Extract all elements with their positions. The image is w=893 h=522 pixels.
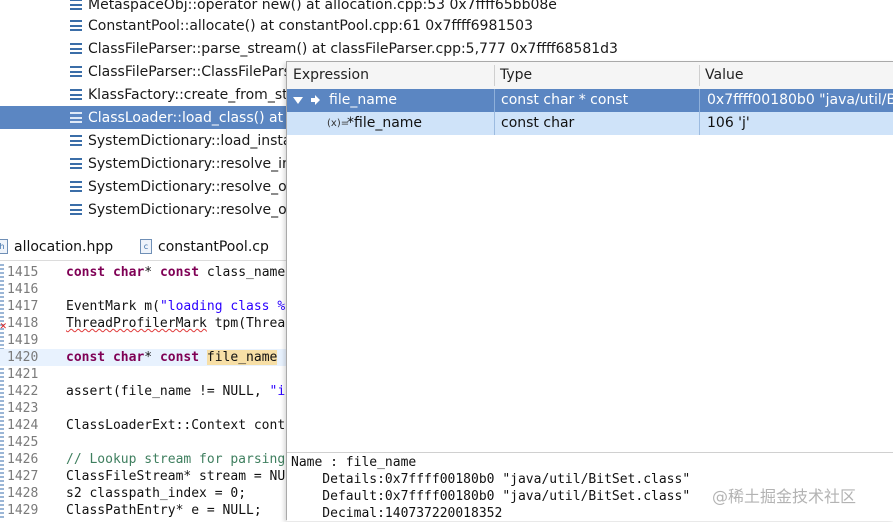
line-number: 1416	[7, 282, 39, 297]
line-number: 1418	[7, 316, 39, 331]
stack-frame-icon	[70, 204, 82, 215]
line-number: 1420	[7, 350, 39, 365]
stack-frame[interactable]: ConstantPool::allocate() at constantPool…	[0, 14, 893, 37]
line-number: 1419	[7, 333, 39, 348]
column-header-type[interactable]: Type	[494, 62, 532, 89]
stack-frame-icon	[70, 181, 82, 192]
line-number: 1415	[7, 265, 39, 280]
expression-table-header: Expression Type Value	[287, 62, 893, 90]
tab-label: constantPool.cp	[158, 238, 269, 255]
hovered-variable[interactable]: file_name	[206, 350, 278, 365]
line-number: 1424	[7, 418, 39, 433]
stack-frame-icon	[70, 20, 82, 31]
tab-allocation-hpp[interactable]: h allocation.hpp	[0, 233, 113, 260]
watermark: @稀土掘金技术社区	[712, 487, 857, 506]
stack-frame-icon	[70, 43, 82, 54]
tab-label: allocation.hpp	[14, 238, 114, 255]
stack-frame-icon	[70, 89, 82, 100]
pointer-arrow-icon	[311, 95, 320, 105]
stack-frame-icon	[70, 66, 82, 77]
stack-frame-icon	[70, 135, 82, 146]
line-number: 1417	[7, 299, 39, 314]
expand-triangle-icon[interactable]	[293, 97, 303, 104]
line-number: 1429	[7, 503, 39, 518]
stack-frame-icon	[70, 0, 82, 10]
line-number: 1423	[7, 401, 39, 416]
line-number: 1422	[7, 384, 39, 399]
tab-constantpool-cpp[interactable]: c constantPool.cp	[140, 233, 269, 260]
column-header-expression[interactable]: Expression	[287, 62, 369, 89]
line-number: 1425	[7, 435, 39, 450]
stack-frame[interactable]: ClassFileParser::parse_stream() at class…	[0, 37, 893, 60]
expression-row-deref-file-name[interactable]: (x)= *file_name const char 106 'j'	[287, 112, 893, 135]
stack-frame-icon	[70, 158, 82, 169]
line-number: 1426	[7, 452, 39, 467]
column-header-value[interactable]: Value	[699, 62, 743, 89]
detail-line: Name : file_name	[291, 455, 417, 470]
variable-icon: (x)=	[327, 118, 350, 129]
header-file-icon: h	[0, 239, 8, 254]
line-number: 1428	[7, 486, 39, 501]
stack-frame-icon	[70, 112, 82, 123]
line-number: 1427	[7, 469, 39, 484]
cpp-file-icon: c	[140, 239, 152, 254]
detail-line: Decimal:140737220018352	[291, 506, 503, 521]
expression-hover-popup[interactable]: Expression Type Value file_name const ch…	[286, 61, 893, 521]
expression-row-file-name[interactable]: file_name const char * const 0x7ffff0018…	[287, 89, 893, 112]
line-number: 1421	[7, 367, 39, 382]
